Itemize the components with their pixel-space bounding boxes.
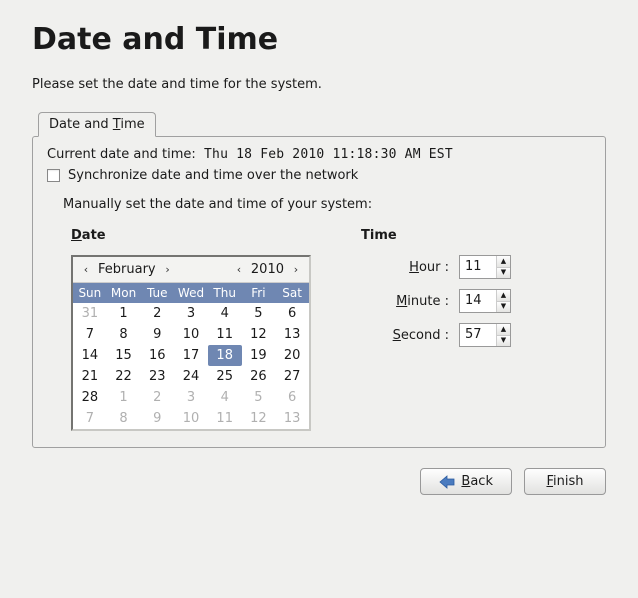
calendar-day[interactable]: 10 [174,408,208,429]
tab-date-and-time[interactable]: Date and Time [38,112,156,137]
second-up-button[interactable]: ▲ [497,324,510,336]
hour-up-button[interactable]: ▲ [497,256,510,268]
calendar-day[interactable]: 19 [242,345,276,366]
next-year-button[interactable]: › [290,264,302,275]
tab-label: Date and Time [49,117,145,132]
finish-button-label: Finish [546,474,583,489]
calendar-day[interactable]: 7 [73,324,107,345]
second-down-button[interactable]: ▼ [497,336,510,347]
calendar-dow: Sat [275,283,309,303]
date-time-panel: Current date and time: Thu 18 Feb 2010 1… [32,136,606,448]
calendar-day[interactable]: 10 [174,324,208,345]
calendar-day[interactable]: 5 [242,387,276,408]
finish-button[interactable]: Finish [524,468,606,495]
calendar-day[interactable]: 4 [208,387,242,408]
minute-value[interactable]: 14 [460,290,496,312]
calendar-day[interactable]: 18 [208,345,242,366]
calendar-dow: Thu [208,283,242,303]
calendar-dow: Fri [242,283,276,303]
hour-label: Hour : [409,260,449,275]
calendar-year-label[interactable]: 2010 [249,262,286,277]
calendar-day[interactable]: 4 [208,303,242,324]
time-section-header: Time [361,228,511,243]
minute-label: Minute : [396,294,449,309]
current-datetime-label: Current date and time: [47,147,196,162]
calendar-day[interactable]: 23 [140,366,174,387]
calendar-month-label[interactable]: February [96,262,158,277]
calendar-day[interactable]: 22 [107,366,141,387]
hour-spinner[interactable]: 11 ▲ ▼ [459,255,511,279]
prev-year-button[interactable]: ‹ [233,264,245,275]
calendar-day[interactable]: 3 [174,303,208,324]
current-datetime-value: Thu 18 Feb 2010 11:18:30 AM EST [204,147,453,162]
calendar-day[interactable]: 9 [140,324,174,345]
calendar-day[interactable]: 7 [73,408,107,429]
calendar-day[interactable]: 21 [73,366,107,387]
prev-month-button[interactable]: ‹ [80,264,92,275]
second-spinner[interactable]: 57 ▲ ▼ [459,323,511,347]
calendar-widget: ‹ February › ‹ 2010 › SunMonTueWedThuFri… [71,255,311,431]
calendar-day[interactable]: 25 [208,366,242,387]
calendar-dow: Wed [174,283,208,303]
current-datetime-row: Current date and time: Thu 18 Feb 2010 1… [47,147,591,162]
calendar-day[interactable]: 13 [275,408,309,429]
sync-checkbox-label: Synchronize date and time over the netwo… [68,168,358,183]
second-value[interactable]: 57 [460,324,496,346]
manual-set-label: Manually set the date and time of your s… [63,197,591,212]
calendar-day[interactable]: 1 [107,387,141,408]
calendar-day[interactable]: 2 [140,387,174,408]
calendar-day[interactable]: 2 [140,303,174,324]
calendar-day[interactable]: 17 [174,345,208,366]
calendar-day[interactable]: 1 [107,303,141,324]
calendar-day[interactable]: 6 [275,303,309,324]
page-instruction: Please set the date and time for the sys… [32,77,606,92]
hour-down-button[interactable]: ▼ [497,268,510,279]
next-month-button[interactable]: › [162,264,174,275]
calendar-day[interactable]: 8 [107,408,141,429]
back-button[interactable]: Back [420,468,512,495]
date-section-header: Date [71,228,311,243]
calendar-day[interactable]: 20 [275,345,309,366]
hour-value[interactable]: 11 [460,256,496,278]
calendar-day[interactable]: 8 [107,324,141,345]
calendar-day[interactable]: 11 [208,408,242,429]
calendar-day[interactable]: 26 [242,366,276,387]
calendar-day[interactable]: 16 [140,345,174,366]
calendar-day[interactable]: 28 [73,387,107,408]
calendar-day[interactable]: 27 [275,366,309,387]
calendar-day[interactable]: 31 [73,303,107,324]
calendar-dow: Sun [73,283,107,303]
calendar-day[interactable]: 11 [208,324,242,345]
minute-up-button[interactable]: ▲ [497,290,510,302]
calendar-day[interactable]: 24 [174,366,208,387]
page-title: Date and Time [32,22,606,57]
sync-checkbox[interactable] [47,169,60,182]
minute-down-button[interactable]: ▼ [497,302,510,313]
calendar-day[interactable]: 6 [275,387,309,408]
calendar-dow: Tue [140,283,174,303]
calendar-day[interactable]: 12 [242,324,276,345]
calendar-day[interactable]: 9 [140,408,174,429]
calendar-day[interactable]: 3 [174,387,208,408]
back-button-label: Back [461,474,493,489]
calendar-day[interactable]: 14 [73,345,107,366]
calendar-day[interactable]: 15 [107,345,141,366]
calendar-day[interactable]: 5 [242,303,276,324]
calendar-dow: Mon [107,283,141,303]
second-label: Second : [393,328,449,343]
back-arrow-icon [439,475,455,489]
minute-spinner[interactable]: 14 ▲ ▼ [459,289,511,313]
calendar-day[interactable]: 13 [275,324,309,345]
calendar-day[interactable]: 12 [242,408,276,429]
